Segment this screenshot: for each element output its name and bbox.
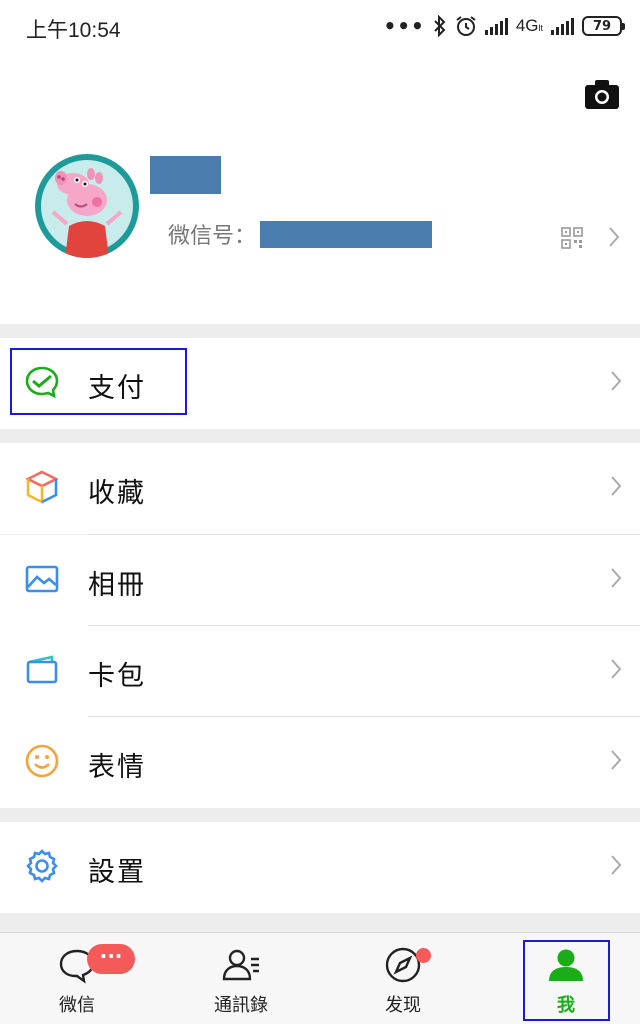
nickname-redacted [150, 156, 221, 194]
menu-item-favorites[interactable]: 收藏 [0, 443, 640, 534]
chevron-right-icon [611, 855, 622, 875]
menu-item-cards[interactable]: 卡包 [0, 626, 640, 717]
chevron-right-icon [609, 227, 620, 247]
tab-contacts[interactable]: 通訊錄 [191, 933, 291, 1024]
qr-code-icon[interactable] [561, 227, 583, 249]
chevron-right-icon [611, 568, 622, 588]
menu-item-stickers[interactable]: 表情 [0, 717, 640, 808]
signal-icon-2 [551, 17, 574, 35]
gear-icon [26, 849, 58, 883]
menu-item-album[interactable]: 相冊 [0, 535, 640, 626]
menu-item-settings[interactable]: 設置 [0, 822, 640, 913]
notification-dot [416, 948, 431, 963]
bluetooth-icon [434, 15, 446, 37]
profile-header[interactable]: 微信号： [0, 52, 640, 324]
more-dots-icon: ••• [383, 14, 425, 38]
network-type: 4Glt [515, 16, 543, 35]
tab-label: 我 [557, 995, 575, 1016]
status-time: 上午10:54 [26, 19, 121, 42]
chevron-right-icon [611, 659, 622, 679]
card-wallet-icon [26, 655, 58, 684]
avatar[interactable] [35, 154, 139, 258]
camera-icon[interactable] [584, 78, 620, 110]
person-icon [549, 949, 583, 981]
smiley-icon [25, 744, 59, 778]
menu-item-label: 收藏 [88, 478, 146, 509]
tab-discover[interactable]: 发现 [353, 933, 453, 1024]
album-icon [25, 565, 59, 593]
wechat-id-row: 微信号： [168, 218, 433, 250]
wechat-id-label: 微信号： [168, 224, 257, 249]
battery-indicator: 79 [582, 16, 625, 36]
chevron-right-icon [611, 750, 622, 770]
pay-icon [25, 366, 59, 399]
status-icons: ••• 4Glt 79 [383, 12, 625, 40]
menu-item-label: 設置 [88, 857, 146, 888]
contacts-icon [222, 949, 259, 981]
menu-item-label: 卡包 [88, 661, 146, 692]
signal-icon [484, 17, 508, 35]
wechat-id-redacted [260, 220, 433, 248]
tab-label: 通訊錄 [214, 995, 268, 1016]
alarm-icon [456, 16, 476, 36]
tab-me[interactable]: 我 [516, 933, 616, 1024]
tab-label: 微信 [59, 995, 95, 1016]
menu-item-label: 表情 [88, 752, 146, 783]
favorites-cube-icon [25, 470, 59, 505]
menu-item-pay[interactable]: 支付 [0, 338, 640, 429]
menu-item-label: 支付 [88, 373, 146, 404]
status-bar: 上午10:54 ••• 4Glt 79 [0, 0, 640, 52]
tab-label: 发现 [385, 995, 421, 1016]
unread-badge: ··· [87, 944, 135, 974]
avatar-pig-icon [41, 160, 133, 258]
menu-item-label: 相冊 [88, 570, 146, 601]
chevron-right-icon [611, 476, 622, 496]
chevron-right-icon [611, 371, 622, 391]
